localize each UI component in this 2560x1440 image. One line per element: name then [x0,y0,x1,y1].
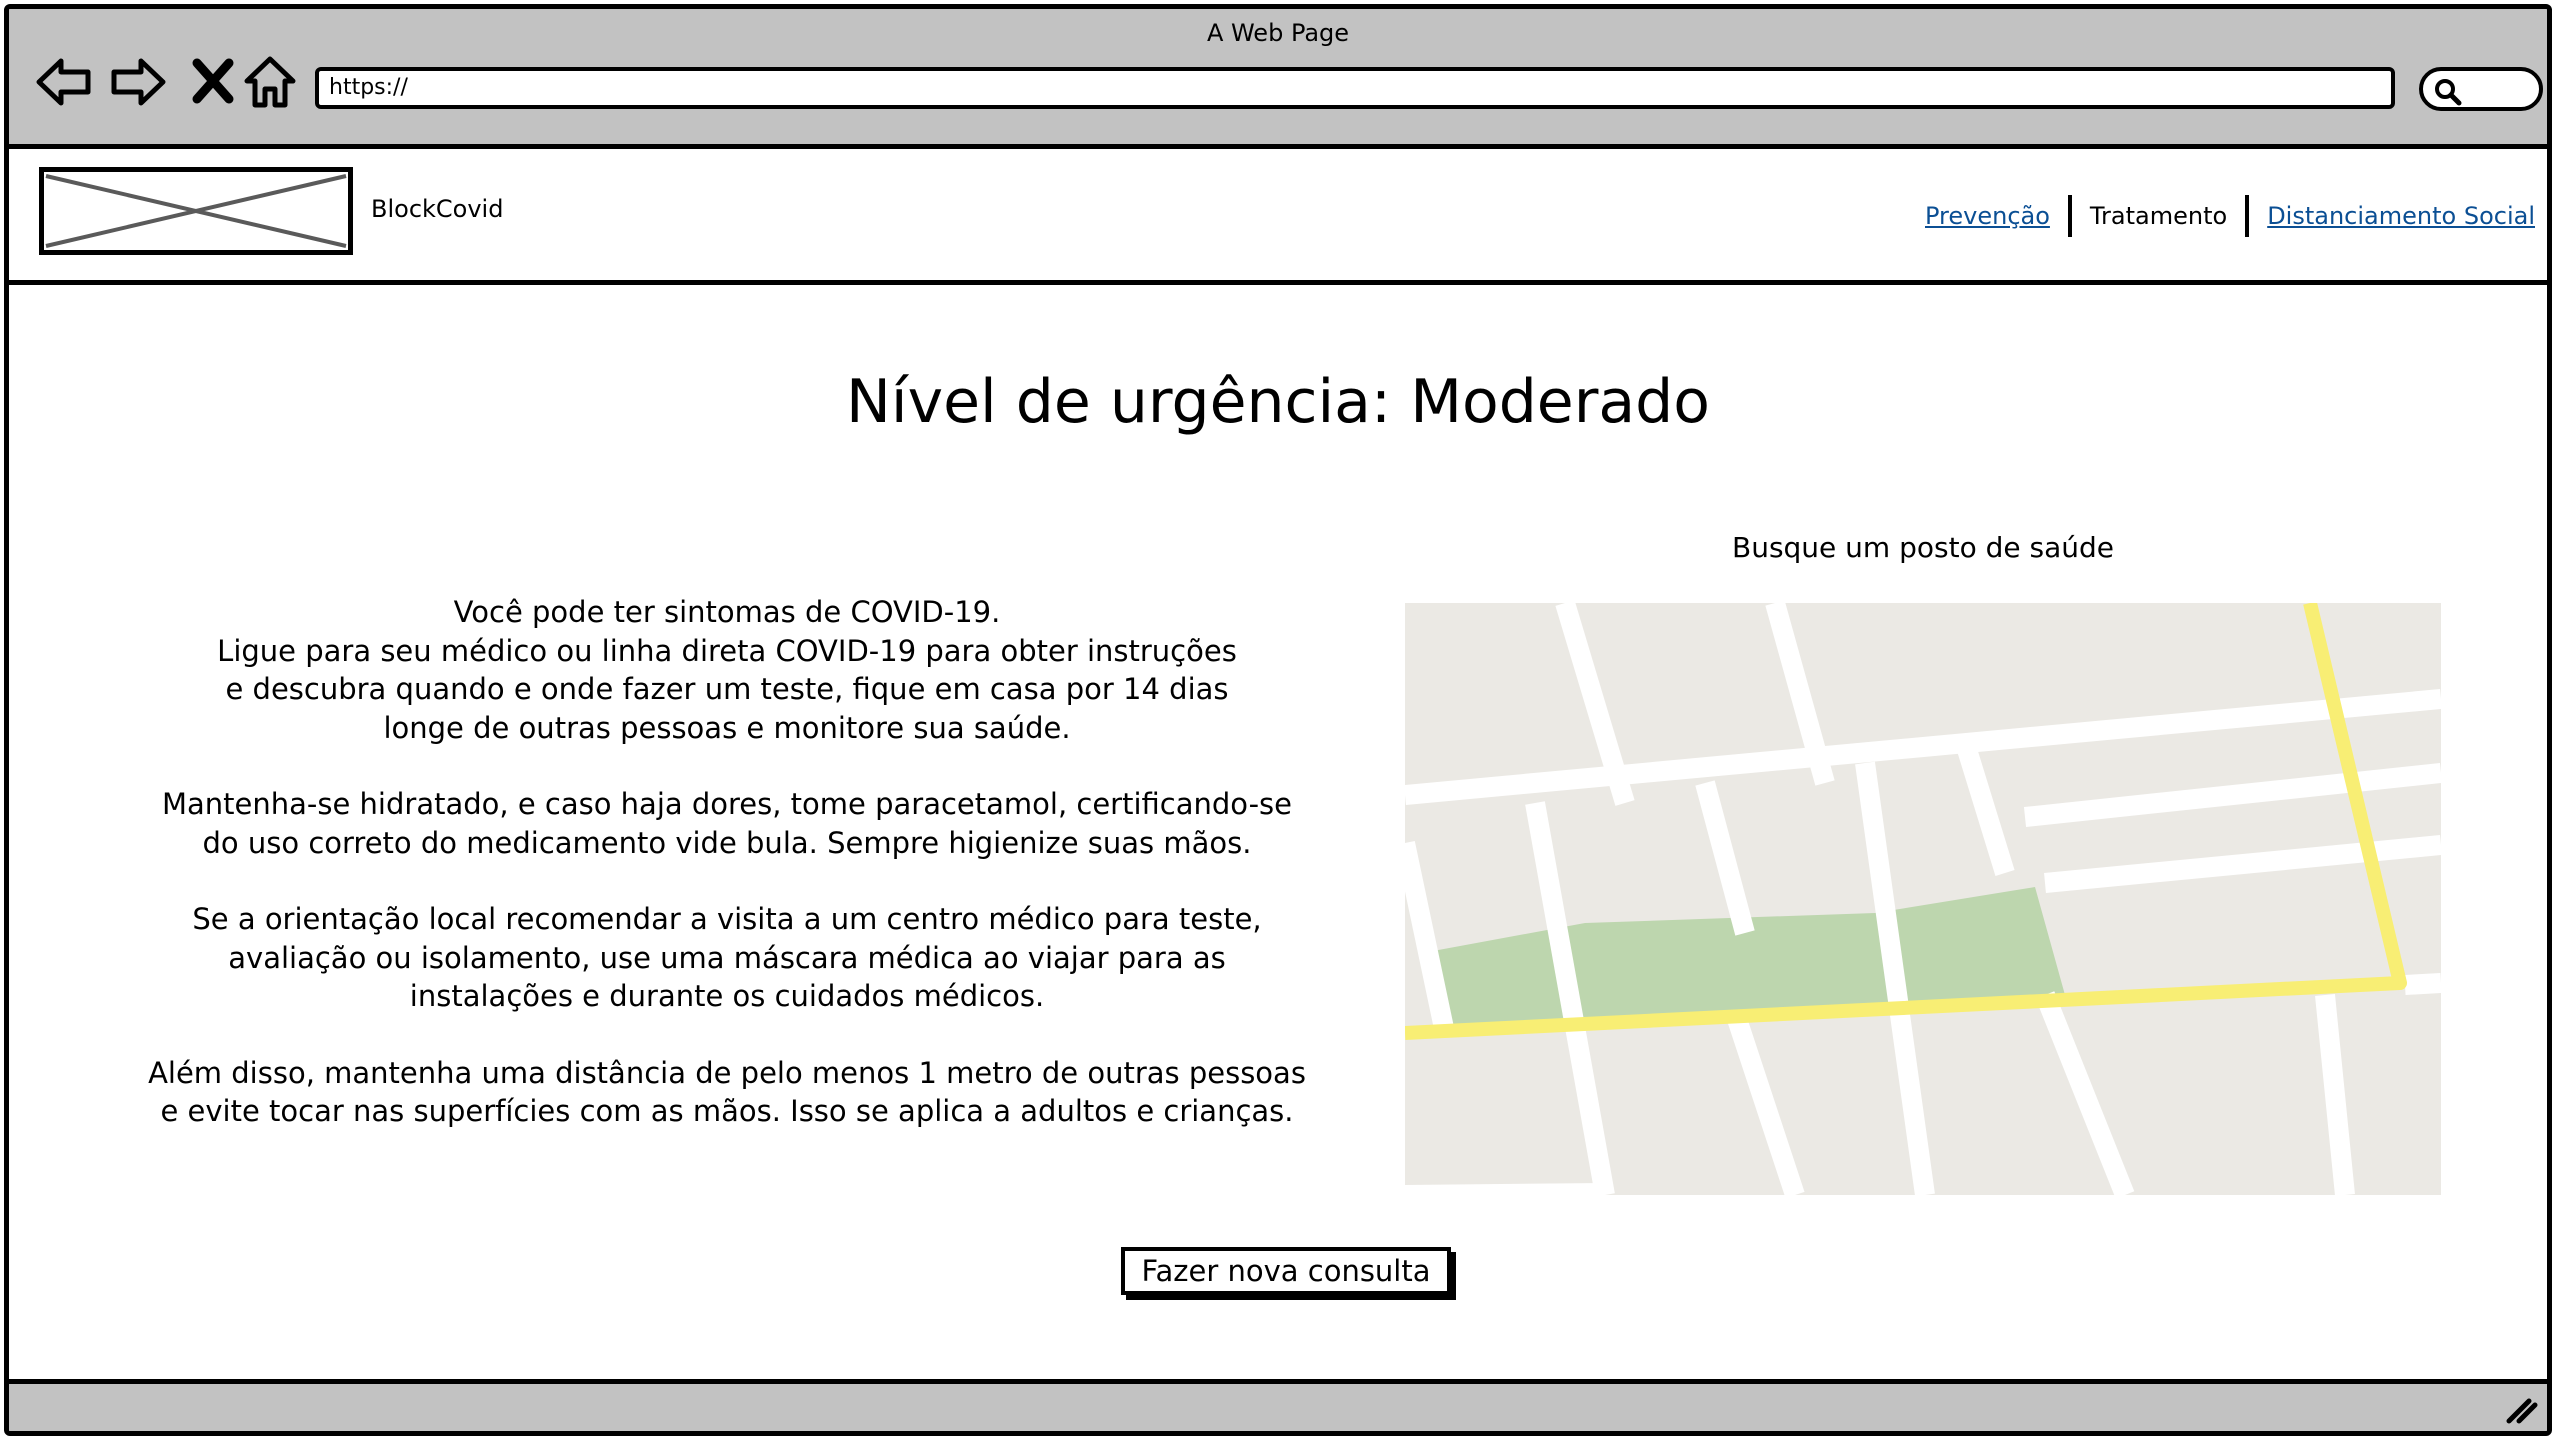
home-icon[interactable] [241,53,299,111]
advice-line: do uso correto do medicamento vide bula.… [202,825,1252,860]
advice-paragraph: Você pode ter sintomas de COVID-19. Ligu… [127,593,1327,747]
url-input[interactable]: https:// [315,67,2395,109]
placeholder-image-icon [45,174,347,248]
advice-line: Você pode ter sintomas de COVID-19. [453,595,1001,629]
site-nav: Prevenção Tratamento Distanciamento Soci… [1925,195,2535,237]
advice-paragraph: Além disso, mantenha uma distância de pe… [127,1054,1327,1131]
nav-link-prevencao[interactable]: Prevenção [1925,202,2050,230]
forward-arrow-icon[interactable] [109,53,167,111]
nav-link-distanciamento-social[interactable]: Distanciamento Social [2267,202,2535,230]
advice-paragraph: Mantenha-se hidratado, e caso haja dores… [127,785,1327,862]
nav-divider [2067,195,2072,237]
resize-grip-icon[interactable] [2505,1395,2539,1425]
advice-line: avaliação ou isolamento, use uma máscara… [228,940,1226,975]
nav-item-tratamento[interactable]: Tratamento [2090,202,2227,230]
advice-line: instalações e durante os cuidados médico… [409,979,1045,1013]
advice-line: Ligue para seu médico ou linha direta CO… [217,633,1237,668]
nav-divider [2245,195,2250,237]
browser-chrome: A Web Page https:// [9,9,2547,149]
page-title: Nível de urgência: Moderado [846,367,1710,437]
back-arrow-icon[interactable] [35,53,93,111]
logo-placeholder [39,167,353,255]
brand-name: BlockCovid [371,195,504,223]
browser-window: A Web Page https:// BlockCovid Prevenção… [4,4,2552,1436]
map-caption: Busque um posto de saúde [1731,531,2114,564]
site-header: BlockCovid Prevenção Tratamento Distanci… [9,149,2547,285]
search-button[interactable] [2419,67,2543,111]
window-title: A Web Page [1206,19,1350,47]
status-bar [9,1379,2547,1431]
advice-text: Você pode ter sintomas de COVID-19. Ligu… [127,593,1327,1169]
advice-line: e descubra quando e onde fazer um teste,… [225,672,1229,706]
advice-line: Mantenha-se hidratado, e caso haja dores… [162,787,1292,821]
advice-line: longe de outras pessoas e monitore sua s… [383,710,1071,745]
search-icon [2435,79,2462,106]
stop-icon[interactable] [185,53,243,111]
advice-paragraph: Se a orientação local recomendar a visit… [127,900,1327,1016]
advice-line: Se a orientação local recomendar a visit… [192,902,1262,936]
advice-line: Além disso, mantenha uma distância de pe… [148,1055,1306,1090]
map-graphic [1405,603,2441,1195]
health-center-map[interactable] [1405,603,2441,1195]
new-consultation-button[interactable]: Fazer nova consulta [1121,1247,1451,1295]
advice-line: e evite tocar nas superfícies com as mão… [160,1094,1294,1128]
